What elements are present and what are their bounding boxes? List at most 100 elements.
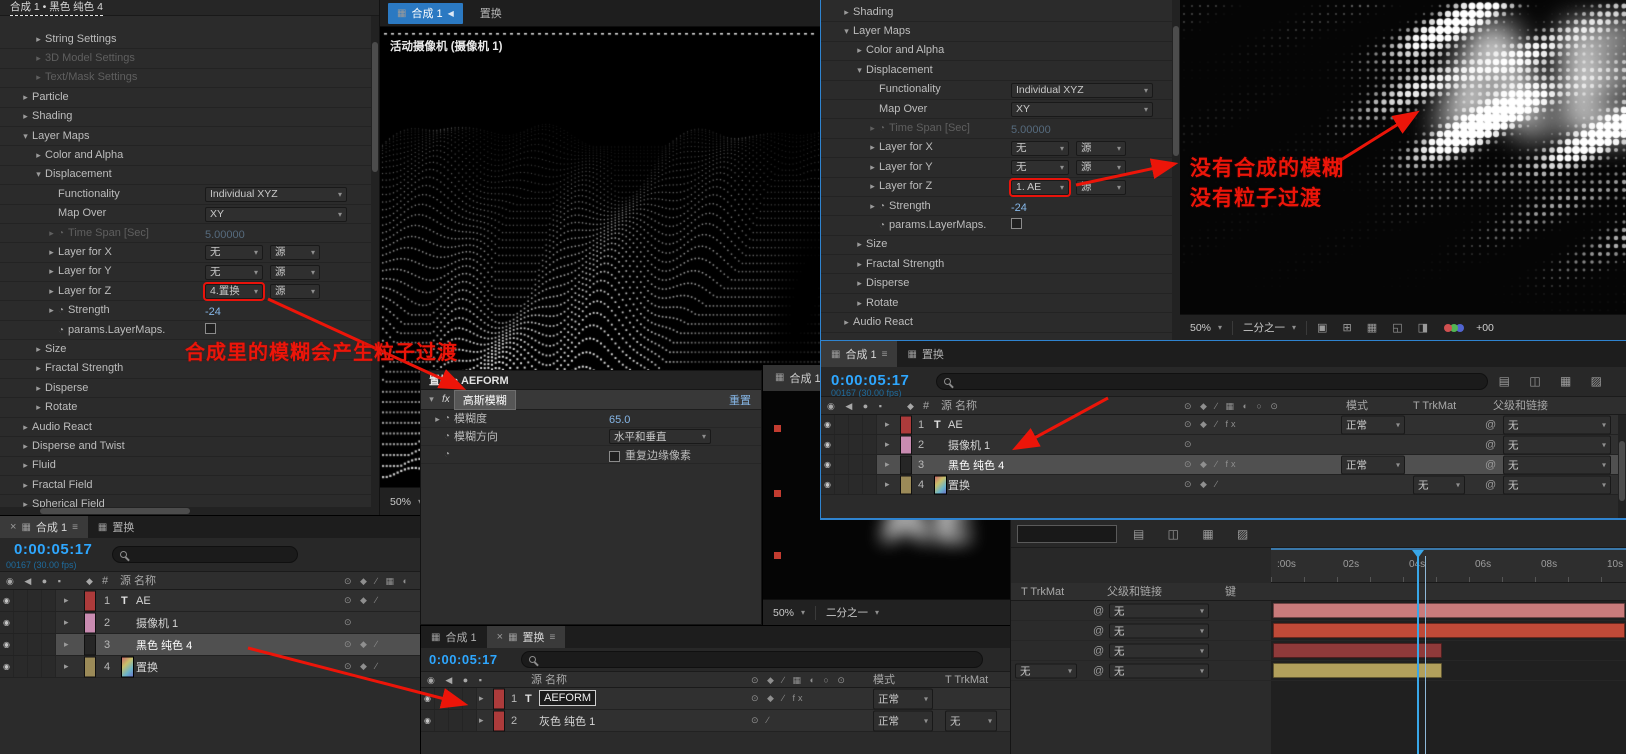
twirl-icon[interactable]: ▸ <box>45 224 58 243</box>
layer-color-swatch[interactable] <box>900 415 912 434</box>
dropdown[interactable]: 源 ▾ <box>270 245 320 261</box>
av-cell[interactable] <box>14 656 28 677</box>
twirl-icon[interactable]: ▸ <box>866 177 879 196</box>
repeat-edge-checkbox[interactable] <box>609 450 620 462</box>
layer-switches[interactable]: ⊙ ◆ ∕ <box>344 590 380 611</box>
dropdown[interactable]: 源 ▾ <box>1076 140 1126 156</box>
tab-composition-1[interactable]: ▦ 合成 1 ≡ <box>821 341 898 367</box>
twirl-icon[interactable]: ▸ <box>853 294 866 313</box>
dropdown[interactable]: 正常 ▾ <box>1341 455 1405 474</box>
av-cell[interactable] <box>14 634 28 655</box>
twirl-icon[interactable]: ▸ <box>479 688 484 709</box>
effect-property-row[interactable]: Map Over XY ▾ <box>821 100 1180 120</box>
scrollbar-thumb[interactable] <box>40 508 190 514</box>
layer-name[interactable]: AE <box>136 590 151 611</box>
twirl-icon[interactable]: ▾ <box>425 394 438 405</box>
av-cell[interactable] <box>435 688 449 709</box>
av-cell[interactable] <box>449 688 463 709</box>
layer-name[interactable]: 置换 <box>136 656 158 677</box>
effect-property-row[interactable]: ▸ Audio React <box>821 313 1180 333</box>
source-name-column-header[interactable]: 源 名称 <box>531 672 567 688</box>
eye-icon[interactable]: ◉ <box>421 688 435 709</box>
eye-icon[interactable]: ◉ <box>821 415 835 434</box>
twirl-icon[interactable]: ▸ <box>32 398 45 417</box>
horizontal-scrollbar[interactable] <box>0 507 371 515</box>
menu-icon[interactable]: ≡ <box>72 522 78 533</box>
effect-property-row[interactable]: ▸ Layer for X 无 ▾ 源 ▾ <box>0 243 379 263</box>
effect-property-row[interactable]: Map Over XY ▾ <box>0 205 379 224</box>
parent-pickwhip-icon[interactable]: @ <box>1093 661 1104 680</box>
effect-property-row[interactable]: ▾ Displacement <box>0 166 379 186</box>
twirl-icon[interactable]: ▸ <box>64 656 69 677</box>
source-name-column-header[interactable]: 源 名称 <box>941 397 977 415</box>
dropdown[interactable]: Individual XYZ ▾ <box>1011 82 1153 98</box>
source-name-column-header[interactable]: 源 名称 <box>120 572 156 590</box>
layer-color-swatch[interactable] <box>84 612 96 633</box>
layer-color-swatch[interactable] <box>84 634 96 655</box>
effect-property-row[interactable]: ▸ Fractal Strength <box>821 255 1180 275</box>
eye-icon[interactable]: ◉ <box>821 475 835 494</box>
twirl-icon[interactable]: ▸ <box>866 197 879 216</box>
magnification-select[interactable]: 50% ▾ <box>1190 322 1222 334</box>
vertical-scrollbar[interactable] <box>1172 0 1180 340</box>
effect-property-row[interactable]: ▸ ◔ Strength -24 <box>0 301 379 321</box>
effect-property-row[interactable]: ▸ Rotate <box>0 398 379 418</box>
layer-row-right[interactable]: 无 ▾ @ 无 ▾ <box>1011 661 1626 681</box>
twirl-icon[interactable]: ▾ <box>840 22 853 41</box>
dropdown[interactable]: 无 ▾ <box>1503 455 1611 474</box>
playhead-handle[interactable] <box>1412 550 1424 558</box>
av-cell[interactable] <box>463 710 477 731</box>
eye-icon[interactable]: ◉ <box>0 612 14 633</box>
reset-link[interactable]: 重置 <box>729 392 751 408</box>
dropdown[interactable]: XY ▾ <box>205 206 347 222</box>
trkmat-column-header[interactable]: T TrkMat <box>1413 397 1456 415</box>
av-cell[interactable] <box>835 475 849 494</box>
effect-property-row[interactable]: ▾ Layer Maps <box>821 22 1180 42</box>
tab-displacement[interactable]: ▦ 置换 <box>88 516 144 538</box>
av-cell[interactable] <box>28 590 42 611</box>
layer-row[interactable]: ◉ ▸ 3 黑色 纯色 4 ⊙ ◆ ∕ fx 正常 ▾ @ 无 ▾ <box>821 455 1626 475</box>
time-ruler[interactable]: :00s02s04s06s08s10s <box>1271 548 1626 583</box>
layer-switches[interactable]: ⊙ ◆ ∕ fx <box>1184 455 1238 474</box>
playhead-line[interactable] <box>1417 556 1419 754</box>
dropdown[interactable]: 正常 ▾ <box>873 688 933 709</box>
effect-name[interactable]: 高斯模糊 <box>453 389 516 410</box>
scrollbar-thumb[interactable] <box>1173 26 1179 156</box>
layer-switches[interactable]: ⊙ ◆ ∕ fx <box>1184 415 1238 434</box>
layer-color-swatch[interactable] <box>84 590 96 611</box>
av-cell[interactable] <box>14 590 28 611</box>
effect-property-row[interactable]: ▸ Layer for X 无 ▾ 源 ▾ <box>821 139 1180 159</box>
parent-pickwhip-icon[interactable]: @ <box>1485 475 1496 494</box>
av-cell[interactable] <box>863 455 877 474</box>
twirl-icon[interactable]: ▸ <box>32 49 45 68</box>
twirl-icon[interactable]: ▸ <box>19 107 32 126</box>
av-cell[interactable] <box>835 435 849 454</box>
parent-link-column-header[interactable]: 父级和链接 <box>1107 583 1162 601</box>
dropdown[interactable]: Individual XYZ ▾ <box>205 187 347 203</box>
menu-icon[interactable]: ≡ <box>550 632 556 643</box>
stopwatch-icon[interactable]: ◔ <box>444 410 450 428</box>
property-row-repeat-edge[interactable]: ◔ 重复边缘像素 <box>421 446 761 464</box>
av-cell[interactable] <box>863 435 877 454</box>
parent-link-column-header[interactable]: 父级和链接 <box>1493 397 1548 415</box>
timeline-toolbar-field[interactable] <box>1017 525 1117 543</box>
viewer-toolbar-icons[interactable]: ▣ ⊞ ▦ ◱ ◨ <box>1317 321 1434 334</box>
effect-property-row[interactable]: ▸ 3D Model Settings <box>0 49 379 69</box>
tab-displacement[interactable]: 置换 <box>471 3 511 24</box>
dropdown[interactable]: 无 ▾ <box>1015 663 1077 678</box>
tab-composition-1[interactable]: ▦ 合成 1 <box>421 626 487 648</box>
eye-icon[interactable]: ◉ <box>821 455 835 474</box>
layer-color-swatch[interactable] <box>493 688 505 709</box>
av-cell[interactable] <box>42 656 56 677</box>
twirl-icon[interactable]: ▸ <box>479 710 484 731</box>
layer-name[interactable]: AE <box>948 415 963 434</box>
twirl-icon[interactable]: ▸ <box>866 158 879 177</box>
timeline-toolbar-icons[interactable]: ▤ ◫ ▦ ▨ <box>1133 527 1258 541</box>
twirl-icon[interactable]: ▸ <box>853 41 866 60</box>
layer-color-swatch[interactable] <box>493 710 505 731</box>
exposure-value[interactable]: +00 <box>1476 322 1494 334</box>
effect-property-row[interactable]: ◔ params.LayerMaps. <box>821 216 1180 236</box>
av-cell[interactable] <box>449 710 463 731</box>
dropdown[interactable]: 无 ▾ <box>1109 603 1209 618</box>
effect-property-row[interactable]: ▸ Shading <box>0 108 379 127</box>
